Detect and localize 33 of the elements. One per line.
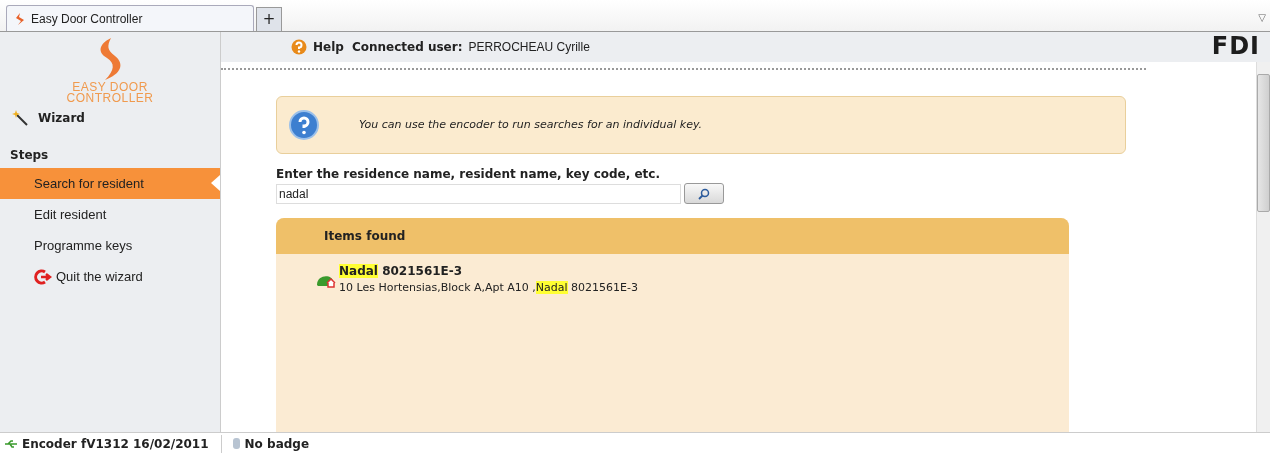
info-text: You can use the encoder to run searches for an individual key. (359, 116, 703, 133)
wizard-title: Wizard (38, 110, 85, 127)
results-heading: Items found (276, 218, 1069, 254)
step-item[interactable]: Quit the wizard (0, 261, 220, 292)
search-field[interactable]: nadal (276, 183, 681, 204)
brand-logo: FDI (1211, 34, 1260, 58)
steps-heading: Steps (9, 147, 50, 164)
result-title[interactable]: Nadal 8021561E-3 (339, 262, 638, 280)
scrollbar[interactable] (1256, 62, 1270, 432)
step-item[interactable]: Edit resident (0, 199, 220, 230)
exit-icon (34, 268, 52, 285)
connected-user-name: PERROCHEAU Cyrille (468, 39, 590, 56)
badge-icon (231, 437, 241, 450)
search-button[interactable] (684, 183, 724, 204)
help-link[interactable]: Help (313, 38, 344, 56)
new-tab-button[interactable]: + (256, 7, 282, 31)
search-label: Enter the residence name, resident name, key code, etc. (276, 166, 662, 183)
help-icon[interactable] (291, 39, 307, 55)
result-detail: 10 Les Hortensias,Block A,Apt A10 ,Nadal 8021561E-3 (339, 280, 638, 296)
question-icon (289, 110, 319, 140)
encoder-status: Encoder fV1312 16/02/2011 (22, 434, 222, 453)
logo-text: EASY DOOR (72, 82, 148, 93)
connected-user-label: Connected user: (351, 39, 463, 56)
tab-title: Easy Door Controller (31, 10, 143, 28)
browser-tab[interactable]: Easy Door Controller (6, 5, 254, 31)
search-icon (698, 187, 710, 200)
logo-text: CONTROLLER (66, 93, 154, 104)
step-item[interactable]: Programme keys (0, 230, 220, 261)
badge-status: No badge (244, 435, 310, 453)
usb-icon (4, 438, 18, 449)
step-item[interactable]: Search for resident (0, 168, 220, 199)
tab-menu-icon[interactable]: ▽ (1258, 10, 1266, 25)
magic-wand-icon (12, 110, 28, 126)
